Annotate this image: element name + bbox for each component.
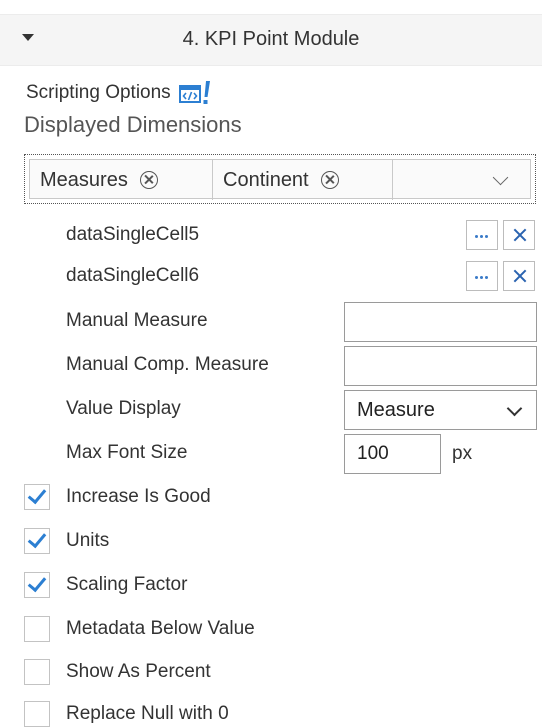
option-increase-is-good[interactable]: Increase Is Good xyxy=(0,480,542,516)
increase-is-good-label: Increase Is Good xyxy=(66,486,211,507)
close-icon xyxy=(511,226,529,244)
units-label: Units xyxy=(66,530,110,551)
more-dots-icon xyxy=(475,276,490,279)
replace-null-checkbox[interactable] xyxy=(24,701,50,727)
chevron-down-icon xyxy=(506,400,523,417)
option-scaling-factor[interactable]: Scaling Factor xyxy=(0,568,542,604)
remove-button[interactable] xyxy=(503,220,535,250)
manual-comp-measure-row: Manual Comp. Measure xyxy=(0,346,542,386)
scaling-factor-checkbox[interactable] xyxy=(24,572,50,598)
module-title: 4. KPI Point Module xyxy=(182,28,360,50)
show-as-percent-label: Show As Percent xyxy=(66,661,211,682)
manual-comp-measure-label: Manual Comp. Measure xyxy=(66,354,269,375)
scaling-factor-label: Scaling Factor xyxy=(66,574,188,595)
dimension-token-continent[interactable]: Continent xyxy=(213,160,393,200)
value-display-selected: Measure xyxy=(357,399,435,421)
value-display-row: Value Display Measure xyxy=(0,390,542,430)
increase-is-good-checkbox[interactable] xyxy=(24,484,50,510)
module-header[interactable]: 4. KPI Point Module xyxy=(0,14,542,66)
manual-comp-measure-input[interactable] xyxy=(344,346,537,386)
max-font-size-row: Max Font Size px xyxy=(0,434,542,474)
browse-button[interactable] xyxy=(466,261,498,291)
data-cell-label: dataSingleCell5 xyxy=(66,224,200,245)
chevron-down-icon[interactable] xyxy=(492,169,509,186)
option-show-as-percent[interactable]: Show As Percent xyxy=(0,655,542,691)
dimensions-multiselect[interactable]: Measures Continent xyxy=(24,154,536,204)
manual-measure-row: Manual Measure xyxy=(0,302,542,342)
scripting-options: Scripting Options xyxy=(26,80,213,106)
option-units[interactable]: Units xyxy=(0,524,542,560)
remove-token-icon[interactable] xyxy=(139,171,158,189)
manual-measure-input[interactable] xyxy=(344,302,537,342)
units-checkbox[interactable] xyxy=(24,528,50,554)
data-cell-row: dataSingleCell5 xyxy=(0,216,542,256)
value-display-select[interactable]: Measure xyxy=(344,390,537,430)
kpi-point-module-panel: 4. KPI Point Module Scripting Options Di… xyxy=(0,0,542,727)
close-icon xyxy=(511,267,529,285)
max-font-size-label: Max Font Size xyxy=(66,442,188,463)
metadata-below-value-label: Metadata Below Value xyxy=(66,618,255,639)
more-dots-icon xyxy=(475,235,490,238)
manual-measure-label: Manual Measure xyxy=(66,310,208,331)
metadata-below-value-checkbox[interactable] xyxy=(24,616,50,642)
remove-button[interactable] xyxy=(503,261,535,291)
max-font-size-input[interactable] xyxy=(344,434,441,474)
value-display-label: Value Display xyxy=(66,398,181,419)
displayed-dimensions-title: Displayed Dimensions xyxy=(24,112,242,137)
script-edit-icon[interactable] xyxy=(178,80,213,106)
dimensions-token-area[interactable]: Measures Continent xyxy=(29,159,531,200)
dimension-token-label: Continent xyxy=(223,168,309,191)
data-cell-row: dataSingleCell6 xyxy=(0,257,542,297)
replace-null-label: Replace Null with 0 xyxy=(66,703,229,724)
dimension-token-measures[interactable]: Measures xyxy=(30,160,213,200)
browse-button[interactable] xyxy=(466,220,498,250)
scripting-options-label: Scripting Options xyxy=(26,82,171,103)
show-as-percent-checkbox[interactable] xyxy=(24,659,50,685)
option-replace-null[interactable]: Replace Null with 0 xyxy=(0,697,542,727)
remove-token-icon[interactable] xyxy=(320,171,339,189)
max-font-size-unit: px xyxy=(452,443,473,464)
checkmark-icon xyxy=(27,528,47,549)
data-cell-label: dataSingleCell6 xyxy=(66,265,200,286)
checkmark-icon xyxy=(27,572,47,593)
checkmark-icon xyxy=(27,484,47,505)
option-metadata-below-value[interactable]: Metadata Below Value xyxy=(0,612,542,648)
dimension-token-label: Measures xyxy=(40,168,128,191)
